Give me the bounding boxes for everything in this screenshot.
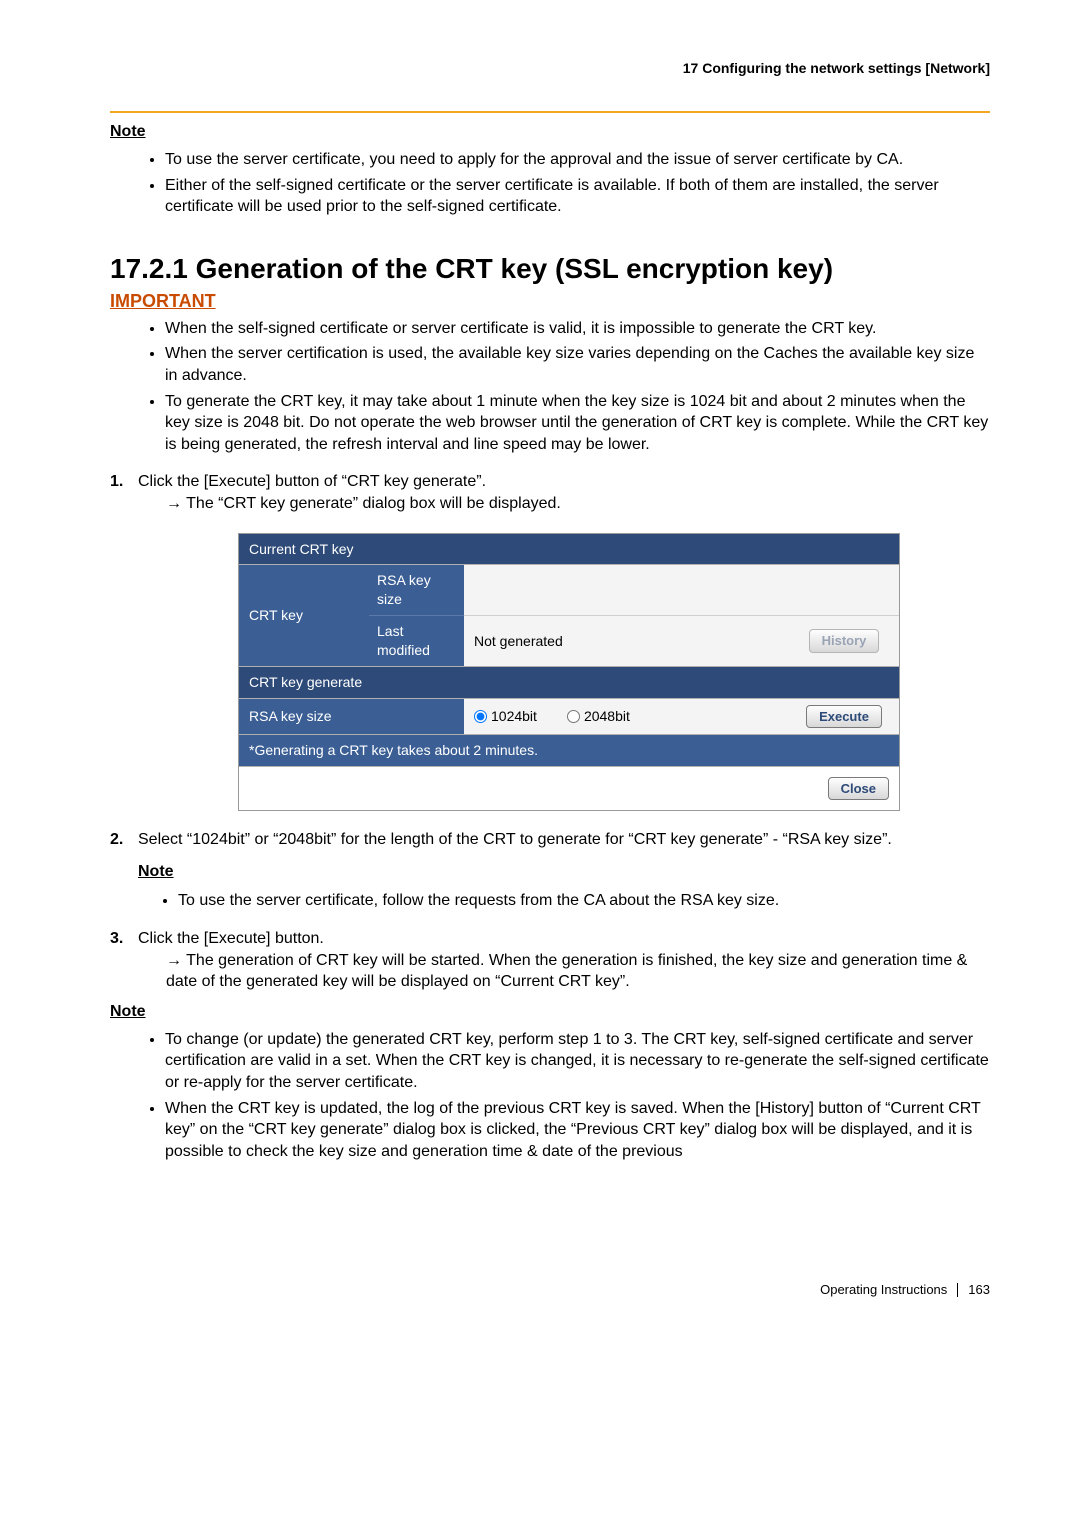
- header-divider: [110, 111, 990, 113]
- history-button[interactable]: History: [809, 629, 880, 653]
- step-1-result: The “CRT key generate” dialog box will b…: [166, 493, 990, 515]
- step-3-text: Click the [Execute] button.: [138, 930, 324, 947]
- rsa-key-size-label: RSA key size: [369, 565, 464, 616]
- note-item: When the CRT key is updated, the log of …: [165, 1098, 990, 1163]
- execute-button[interactable]: Execute: [806, 705, 882, 729]
- note-heading-mid: Note: [138, 861, 990, 883]
- step-3: Click the [Execute] button. The generati…: [110, 928, 990, 993]
- footer-divider: [957, 1283, 958, 1297]
- important-item: To generate the CRT key, it may take abo…: [165, 391, 990, 456]
- radio-2048bit-label: 2048bit: [584, 707, 630, 726]
- crt-key-dialog: Current CRT key CRT key RSA key size Las…: [238, 533, 900, 812]
- radio-1024bit-label: 1024bit: [491, 707, 537, 726]
- important-item: When the self-signed certificate or serv…: [165, 318, 990, 340]
- step-1: Click the [Execute] button of “CRT key g…: [110, 471, 990, 811]
- dialog-title-generate: CRT key generate: [239, 666, 899, 698]
- note-item: To use the server certificate, follow th…: [178, 890, 990, 912]
- rsa-key-size-gen-label: RSA key size: [239, 699, 464, 734]
- note-item: Either of the self-signed certificate or…: [165, 175, 990, 218]
- running-header: 17 Configuring the network settings [Net…: [110, 60, 990, 76]
- note-heading-bottom: Note: [110, 1003, 990, 1021]
- last-modified-value: Not generated: [464, 616, 789, 666]
- radio-2048bit-input[interactable]: [567, 710, 580, 723]
- step-2-text: Select “1024bit” or “2048bit” for the le…: [138, 831, 892, 848]
- important-heading: IMPORTANT: [110, 291, 990, 312]
- note-heading-top: Note: [110, 123, 990, 141]
- step-1-text: Click the [Execute] button of “CRT key g…: [138, 473, 486, 490]
- step-2: Select “1024bit” or “2048bit” for the le…: [110, 829, 990, 912]
- crt-key-row-label: CRT key: [239, 565, 369, 666]
- close-button[interactable]: Close: [828, 777, 889, 801]
- rsa-key-size-value: [464, 565, 789, 616]
- radio-1024bit[interactable]: 1024bit: [474, 707, 537, 726]
- note-item: To change (or update) the generated CRT …: [165, 1029, 990, 1094]
- dialog-generation-note: *Generating a CRT key takes about 2 minu…: [239, 734, 899, 766]
- last-modified-label: Last modified: [369, 616, 464, 666]
- step-3-result: The generation of CRT key will be starte…: [166, 950, 990, 993]
- radio-2048bit[interactable]: 2048bit: [567, 707, 630, 726]
- footer-page-number: 163: [968, 1282, 990, 1297]
- dialog-title-current: Current CRT key: [239, 534, 899, 565]
- note-item: To use the server certificate, you need …: [165, 149, 990, 171]
- section-title: 17.2.1 Generation of the CRT key (SSL en…: [110, 253, 990, 285]
- footer-label: Operating Instructions: [820, 1282, 947, 1297]
- important-item: When the server certification is used, t…: [165, 343, 990, 386]
- radio-1024bit-input[interactable]: [474, 710, 487, 723]
